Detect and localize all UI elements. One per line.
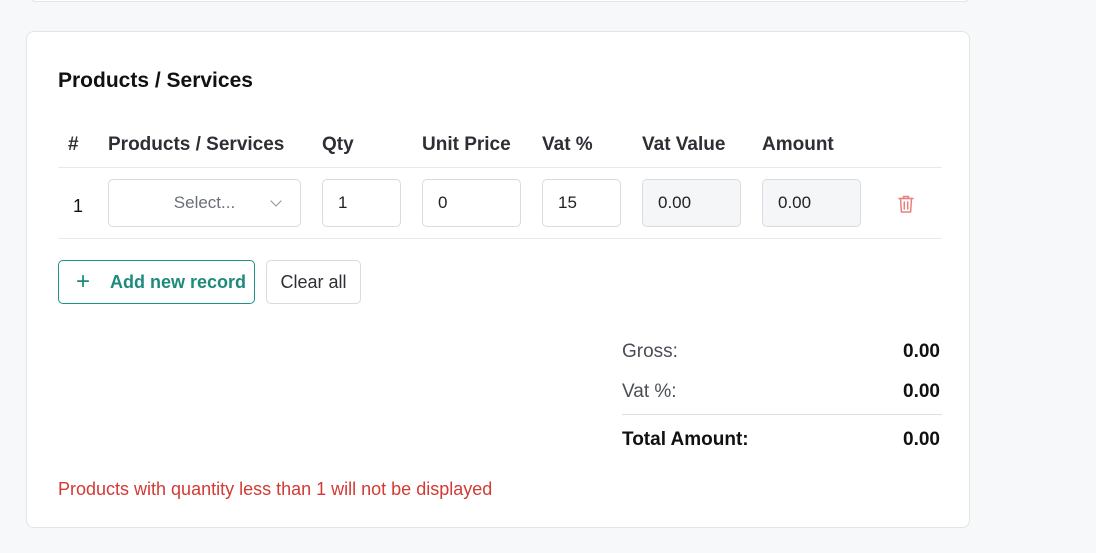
summary-divider (622, 414, 942, 415)
products-services-card: Products / Services # Products / Service… (26, 31, 970, 528)
col-header-number: # (68, 134, 79, 155)
plus-icon: + (76, 268, 91, 295)
col-header-vat-value: Vat Value (642, 134, 726, 155)
chevron-down-icon (270, 195, 282, 207)
total-amount-value: 0.00 (903, 429, 940, 450)
qty-input[interactable]: 1 (322, 179, 401, 227)
quantity-warning-note: Products with quantity less than 1 will … (58, 479, 493, 499)
trash-icon[interactable] (897, 194, 915, 214)
clear-all-button[interactable]: Clear all (266, 260, 361, 304)
vat-percent-input[interactable]: 15 (542, 179, 621, 227)
add-new-record-label: Add new record (110, 271, 247, 292)
col-header-unit-price: Unit Price (422, 134, 511, 155)
unit-price-input[interactable]: 0 (422, 179, 521, 227)
col-header-product: Products / Services (108, 134, 285, 155)
header-divider (58, 167, 942, 168)
product-select[interactable]: Select... (108, 179, 301, 227)
gross-value: 0.00 (903, 341, 940, 362)
vat-value: 0.00 (903, 381, 940, 402)
previous-card (30, 0, 970, 2)
row-number: 1 (73, 196, 84, 216)
total-amount-label: Total Amount: (622, 429, 749, 450)
row-divider (58, 238, 942, 239)
col-header-qty: Qty (322, 134, 354, 155)
vat-label: Vat %: (622, 381, 677, 402)
col-header-amount: Amount (762, 134, 834, 155)
vat-value-field: 0.00 (642, 179, 741, 227)
section-title: Products / Services (58, 69, 253, 92)
add-new-record-button[interactable]: + Add new record (58, 260, 255, 304)
amount-field: 0.00 (762, 179, 861, 227)
col-header-vat-percent: Vat % (542, 134, 593, 155)
gross-label: Gross: (622, 341, 678, 362)
product-select-placeholder: Select... (173, 193, 236, 212)
